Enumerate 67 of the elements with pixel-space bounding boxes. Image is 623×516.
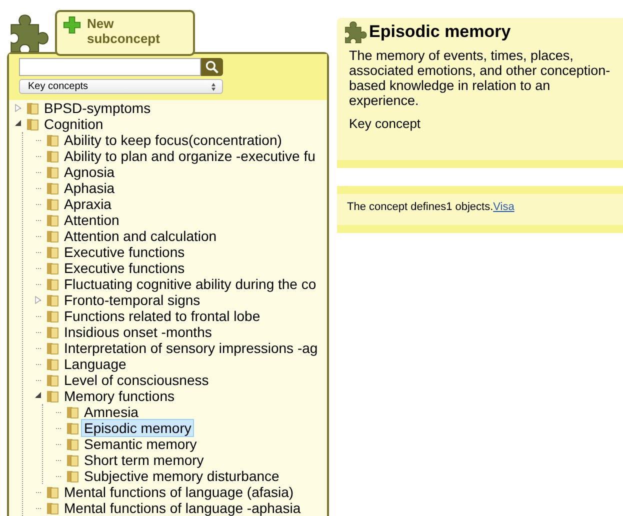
tree-item[interactable]: Episodic memory — [82, 420, 194, 436]
expanded-arrow-icon[interactable] — [34, 392, 42, 400]
new-subconcept-button[interactable]: New subconcept — [55, 10, 195, 56]
tree-item[interactable]: Insidious onset -months — [62, 324, 214, 340]
tree-item[interactable]: Mental functions of language (afasia) — [62, 484, 296, 500]
tree-item[interactable]: Functions related to frontal lobe — [62, 308, 262, 324]
search-field[interactable] — [19, 58, 201, 76]
show-link[interactable]: Visa — [493, 201, 514, 213]
tree-item[interactable]: Mental functions of language -aphasia — [62, 500, 303, 516]
puzzle-icon — [343, 20, 367, 44]
folder-icon — [46, 149, 60, 163]
folder-icon — [66, 453, 80, 467]
category-dropdown[interactable]: Key concepts — [19, 79, 223, 94]
folder-icon — [66, 421, 80, 435]
folder-icon — [46, 293, 60, 307]
folder-icon — [46, 389, 60, 403]
tree-item[interactable]: Executive functions — [62, 260, 187, 276]
folder-icon — [46, 357, 60, 371]
folder-icon — [46, 197, 60, 211]
tree-item[interactable]: Cognition — [42, 116, 106, 132]
folder-icon — [66, 469, 80, 483]
tree-item[interactable]: Memory functions — [62, 388, 176, 404]
tree-item[interactable]: Subjective memory disturbance — [82, 468, 282, 484]
tree-item[interactable]: Amnesia — [82, 404, 140, 420]
folder-icon — [26, 117, 40, 131]
tree-item[interactable]: Executive functions — [62, 244, 187, 260]
folder-icon — [46, 245, 60, 259]
folder-icon — [46, 325, 60, 339]
tree-item[interactable]: Attention and calculation — [62, 228, 219, 244]
folder-icon — [46, 213, 60, 227]
tree-item[interactable]: Short term memory — [82, 452, 206, 468]
concept-category: Key concept — [349, 116, 422, 131]
folder-icon — [46, 181, 60, 195]
folder-icon — [46, 261, 60, 275]
tree-item[interactable]: Aphasia — [62, 180, 117, 196]
folder-icon — [46, 373, 60, 387]
folder-icon — [46, 341, 60, 355]
concept-description: The memory of events, times, places, associated emotions, and other conception-based knowledge in relation to an experience. — [349, 48, 612, 108]
folder-icon — [46, 229, 60, 243]
folder-icon — [66, 405, 80, 419]
tree-item[interactable]: Apraxia — [62, 196, 114, 212]
tree-item[interactable]: Agnosia — [62, 164, 117, 180]
tree-item[interactable]: Interpretation of sensory impressions -ag — [62, 340, 320, 356]
tree-item[interactable]: Fluctuating cognitive ability during the co — [62, 276, 318, 292]
tree-item[interactable]: Level of consciousness — [62, 372, 211, 388]
tree-item[interactable]: Ability to plan and organize -executive fu — [62, 148, 318, 164]
expanded-arrow-icon[interactable] — [14, 120, 22, 128]
folder-icon — [26, 101, 40, 115]
folder-icon — [66, 437, 80, 451]
folder-icon — [46, 309, 60, 323]
tree-item[interactable]: Language — [62, 356, 128, 372]
folder-icon — [46, 133, 60, 147]
plus-icon — [63, 16, 81, 34]
folder-icon — [46, 165, 60, 179]
tree-item[interactable]: BPSD-symptoms — [42, 100, 153, 116]
updown-arrows-icon — [211, 82, 216, 90]
concept-title: Episodic memory — [369, 22, 511, 42]
folder-icon — [46, 501, 60, 515]
tree-item[interactable]: Fronto-temporal signs — [62, 292, 202, 308]
folder-icon — [46, 277, 60, 291]
tree-item[interactable]: Attention — [62, 212, 122, 228]
tree-item[interactable]: Ability to keep focus(concentration) — [62, 132, 284, 148]
search-button[interactable] — [201, 58, 223, 76]
tree-item[interactable]: Semantic memory — [82, 436, 199, 452]
folder-icon — [46, 485, 60, 499]
search-icon — [205, 60, 219, 74]
objects-text: The concept defines1 objects. — [347, 201, 494, 213]
